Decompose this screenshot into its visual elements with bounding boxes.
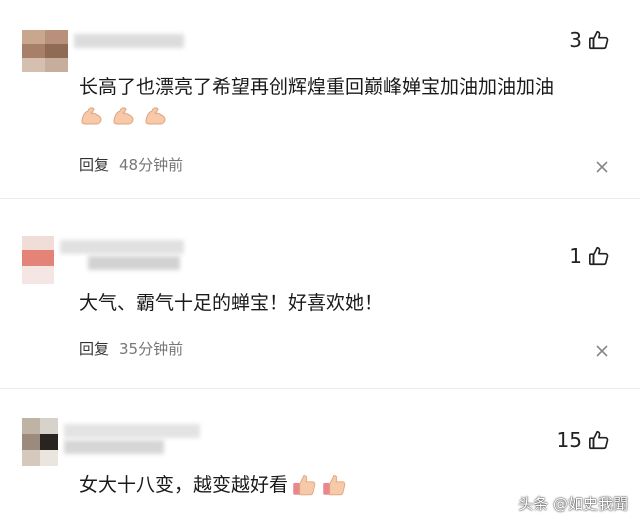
username-blurred[interactable]: [64, 440, 164, 454]
like-count: 15: [556, 428, 582, 452]
like-button[interactable]: 15: [557, 428, 610, 452]
thumbs-up-icon: [588, 429, 610, 451]
username-blurred[interactable]: [64, 424, 200, 438]
avatar[interactable]: [22, 418, 58, 466]
thumbs-up-icon: [323, 474, 346, 495]
thumbs-up-icon: [293, 474, 316, 495]
comment-text-body: 女大十八变，越变越好看: [79, 474, 289, 496]
comment-3: 15 女大十八变，越变越好看: [0, 0, 640, 522]
watermark: 头条 @如史我聞: [518, 495, 628, 513]
comment-text: 女大十八变，越变越好看: [79, 470, 348, 497]
